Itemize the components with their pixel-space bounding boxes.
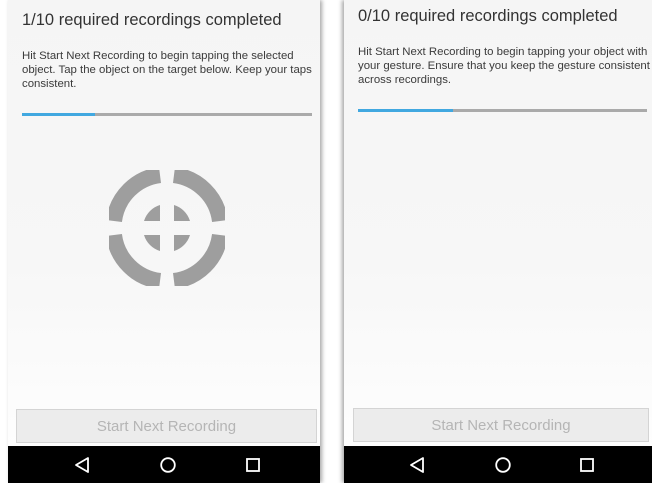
start-next-recording-button[interactable]: Start Next Recording	[16, 409, 317, 443]
home-icon[interactable]	[159, 456, 177, 474]
start-next-recording-button[interactable]: Start Next Recording	[353, 408, 649, 442]
recents-icon[interactable]	[244, 456, 262, 474]
right-phone-screen: 0/10 required recordings completed Hit S…	[344, 0, 652, 483]
recording-progress-bar	[22, 113, 312, 116]
left-phone-screen: 1/10 required recordings completed Hit S…	[8, 0, 320, 483]
back-icon[interactable]	[73, 456, 91, 474]
recordings-progress-title: 1/10 required recordings completed	[22, 11, 282, 29]
recording-progress-bar	[358, 109, 647, 112]
recording-progress-fill	[22, 113, 95, 116]
android-nav-bar	[8, 446, 320, 483]
crosshair-target-icon[interactable]	[109, 170, 225, 286]
recents-icon[interactable]	[578, 456, 596, 474]
android-nav-bar	[344, 446, 652, 483]
back-icon[interactable]	[408, 456, 426, 474]
home-icon[interactable]	[494, 456, 512, 474]
recordings-progress-title: 0/10 required recordings completed	[358, 7, 618, 25]
recording-instructions: Hit Start Next Recording to begin tappin…	[22, 50, 312, 90]
recording-instructions: Hit Start Next Recording to begin tappin…	[358, 46, 650, 86]
recording-progress-fill	[358, 109, 453, 112]
